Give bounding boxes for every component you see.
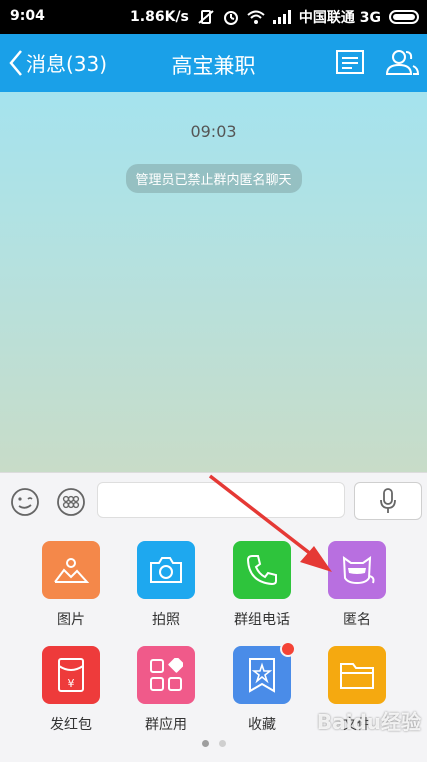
- phone-icon: [246, 555, 277, 586]
- svg-text:¥: ¥: [68, 677, 75, 690]
- chat-area[interactable]: 09:03 管理员已禁止群内匿名聊天: [0, 92, 427, 472]
- menu-lines-icon: [336, 50, 364, 74]
- page-indicator: [0, 740, 427, 747]
- tile-file-box[interactable]: [328, 646, 386, 704]
- group-members-button[interactable]: [384, 47, 420, 79]
- input-bar: [0, 472, 427, 531]
- nav-bar: 消息(33) 高宝兼职: [0, 34, 427, 92]
- voice-button[interactable]: [354, 482, 422, 520]
- signal-icon: [272, 10, 291, 24]
- status-bar: 9:04 1.86K/s 中国联通 3G: [0, 0, 427, 34]
- tile-favorites[interactable]: 收藏: [222, 641, 302, 734]
- tile-group-apps[interactable]: 群应用: [126, 646, 206, 734]
- tile-red-packet-label: 发红包: [50, 717, 92, 733]
- message-timestamp: 09:03: [190, 122, 237, 141]
- status-time: 9:04: [10, 8, 45, 24]
- vibrate-off-icon: [198, 10, 214, 24]
- tile-favorites-box[interactable]: [233, 641, 296, 704]
- camera-icon: [150, 557, 182, 583]
- anonymous-mask-icon: [342, 555, 375, 585]
- battery-icon: [389, 10, 419, 24]
- tile-red-packet[interactable]: ¥ 发红包: [31, 646, 111, 734]
- apps-grid-icon: [150, 658, 183, 691]
- watermark-logo: Baidu经验: [316, 710, 421, 734]
- tile-picture-label: 图片: [57, 612, 85, 628]
- status-right: 1.86K/s 中国联通 3G: [130, 7, 419, 27]
- tile-favorites-label: 收藏: [248, 717, 276, 733]
- tile-anonymous-label: 匿名: [343, 612, 371, 628]
- notification-badge: [280, 641, 296, 657]
- network-speed: 1.86K/s: [130, 9, 189, 25]
- tile-group-call-label: 群组电话: [234, 612, 290, 628]
- alarm-icon: [223, 11, 238, 25]
- wifi-icon: [247, 10, 265, 24]
- tile-camera[interactable]: 拍照: [126, 541, 206, 629]
- carrier-label: 中国联通 3G: [298, 10, 381, 26]
- picture-icon: [54, 558, 89, 583]
- tile-camera-label: 拍照: [152, 612, 180, 628]
- tile-camera-box[interactable]: [137, 541, 195, 599]
- tile-group-call[interactable]: 群组电话: [222, 541, 302, 629]
- microphone-icon: [380, 488, 396, 513]
- bookmark-star-icon: [249, 658, 275, 693]
- group-info-button[interactable]: [334, 47, 366, 79]
- tile-picture-box[interactable]: [42, 541, 100, 599]
- tile-anonymous[interactable]: 匿名: [317, 541, 397, 629]
- tile-group-call-box[interactable]: [233, 541, 291, 599]
- emoji-grid-icon[interactable]: [56, 487, 86, 517]
- page-dot-2[interactable]: [218, 740, 226, 747]
- tile-picture[interactable]: 图片: [31, 541, 111, 629]
- system-message: 管理员已禁止群内匿名聊天: [125, 164, 302, 193]
- page-dot-1[interactable]: [201, 740, 209, 747]
- tile-anonymous-box[interactable]: [328, 541, 386, 599]
- tile-red-packet-box[interactable]: ¥: [42, 646, 100, 704]
- red-packet-icon: ¥: [58, 658, 84, 692]
- smiley-icon[interactable]: [10, 487, 40, 517]
- group-people-icon: [385, 50, 420, 75]
- tile-group-apps-box[interactable]: [137, 646, 195, 704]
- tile-group-apps-label: 群应用: [145, 717, 187, 733]
- message-input[interactable]: [97, 482, 345, 518]
- folder-icon: [340, 663, 374, 689]
